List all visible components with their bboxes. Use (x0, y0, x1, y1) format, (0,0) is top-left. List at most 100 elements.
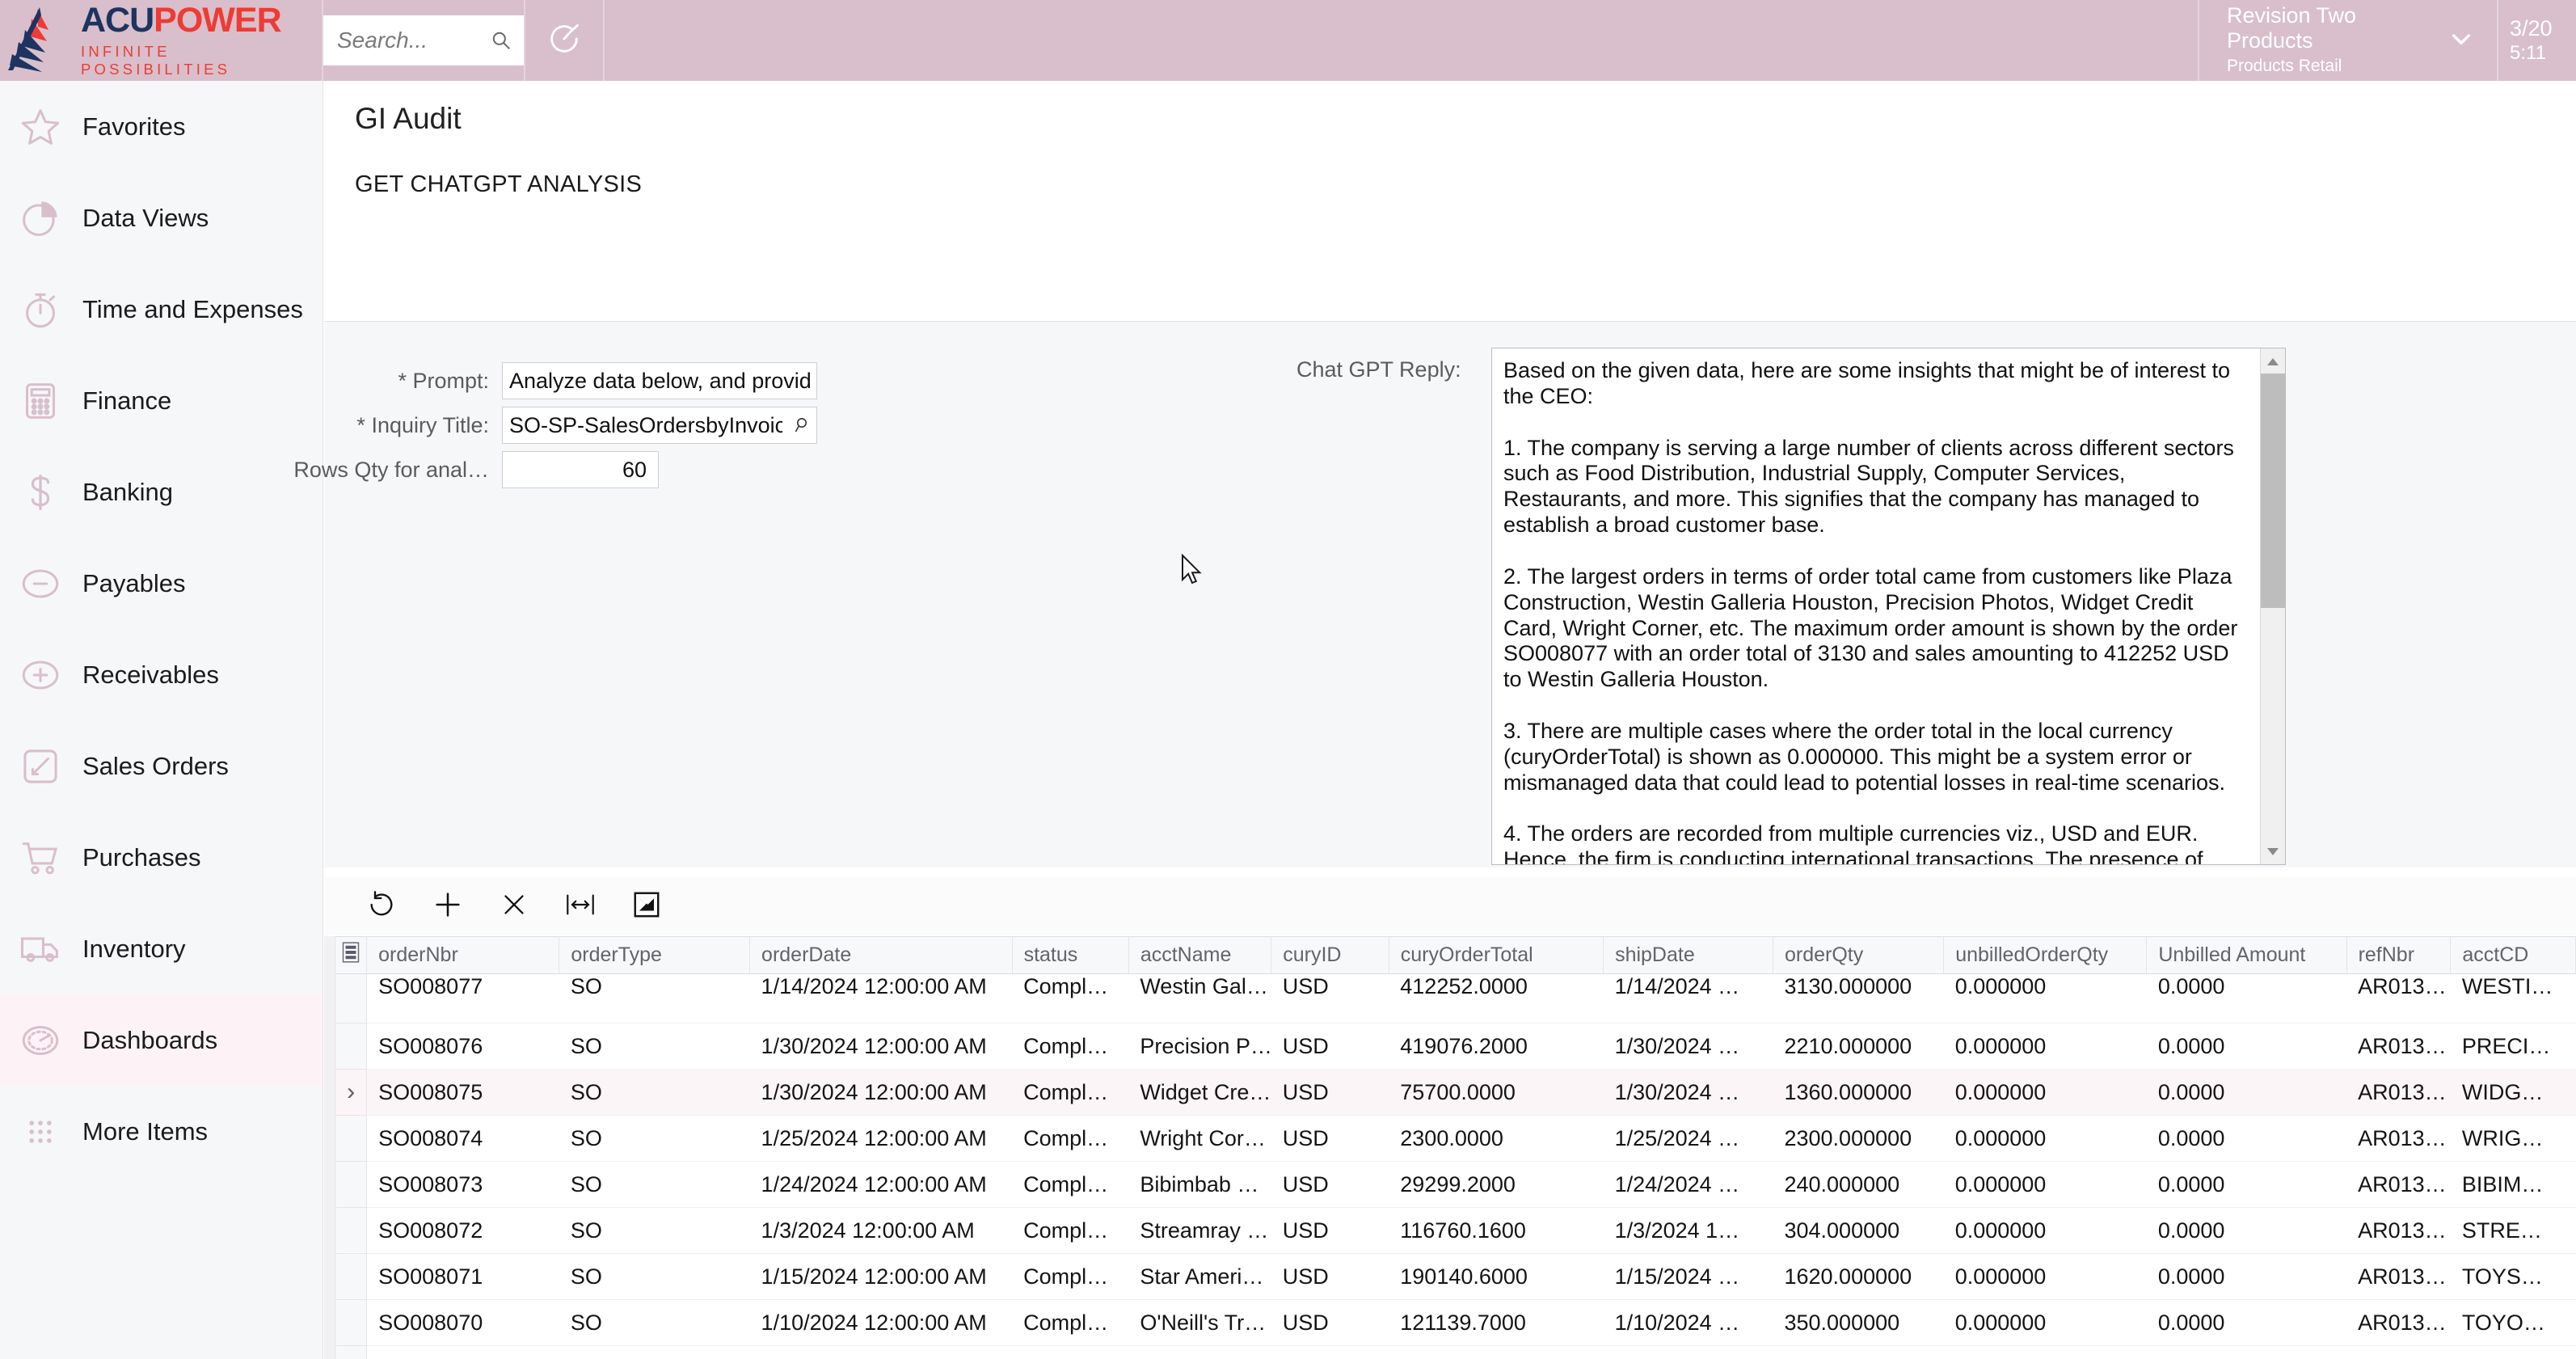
cell-status[interactable]: Compl… (1012, 1207, 1129, 1254)
cell-Unbilled Amount[interactable]: 0.0000 (2146, 1253, 2347, 1300)
cell-curyID[interactable]: USD (1271, 1069, 1389, 1116)
row-selector-cell[interactable] (335, 1115, 368, 1162)
cell-curyID[interactable]: USD (1271, 1115, 1389, 1162)
sidebar-item-payables[interactable]: Payables (0, 538, 323, 629)
cell-orderNbr[interactable]: SO008073 (366, 1161, 559, 1208)
cell-orderType[interactable]: SO (559, 1253, 750, 1300)
cell-orderQty[interactable]: 350.000000 (1773, 1299, 1944, 1346)
scrollbar-track[interactable] (2260, 374, 2286, 839)
cell-shipDate[interactable]: 1/25/2024 … (1603, 1115, 1773, 1162)
cell-orderDate[interactable]: 1/3/2024 12:00:00 AM (749, 1207, 1013, 1254)
grid-delete-row-button[interactable] (481, 877, 547, 935)
cell-curyOrderTotal[interactable]: 29299.2000 (1389, 1161, 1604, 1208)
grid-vertical-scrollbar[interactable] (324, 936, 335, 1359)
grid-fit-columns-button[interactable] (547, 877, 613, 935)
cell-orderNbr[interactable]: SO008070 (366, 1299, 559, 1346)
cell-orderQty[interactable]: 1360.000000 (1773, 1069, 1944, 1116)
search-icon[interactable] (491, 30, 512, 51)
prompt-input[interactable] (502, 362, 817, 399)
cell-curyOrderTotal[interactable]: 419076.2000 (1389, 1023, 1604, 1070)
sidebar-item-receivables[interactable]: Receivables (0, 629, 323, 720)
table-row[interactable]: SO008070 SO 1/10/2024 12:00:00 AM Compl… O'N… (335, 1299, 2576, 1346)
table-row[interactable]: SO008077 SO 1/14/2024 12:00:00 AM Compl… Wes… (335, 973, 2576, 1023)
sidebar-item-inventory[interactable]: Inventory (0, 903, 323, 994)
cell-curyID[interactable]: USD (1271, 973, 1389, 1023)
column-header-orderNbr[interactable]: orderNbr (366, 936, 560, 974)
cell-curyID[interactable]: USD (1271, 1299, 1389, 1346)
cell-curyID[interactable]: USD (1271, 1345, 1389, 1359)
cell-refNbr[interactable]: AR013… (2346, 1161, 2451, 1208)
table-row[interactable]: SO008071 SO 1/15/2024 12:00:00 AM Compl… Sta… (335, 1253, 2576, 1300)
column-config-icon[interactable] (335, 936, 368, 974)
cell-Unbilled Amount[interactable]: 0.0000 (2146, 1115, 2347, 1162)
cell-orderDate[interactable]: 1/14/2024 12:00:00 AM (749, 973, 1013, 1023)
table-row[interactable]: SO008073 SO 1/24/2024 12:00:00 AM Compl… Bib… (335, 1161, 2576, 1208)
cell-Unbilled Amount[interactable]: 0.0000 (2146, 1023, 2347, 1070)
cell-orderDate[interactable]: 1/24/2024 12:00:00 AM (749, 1161, 1013, 1208)
column-header-orderType[interactable]: orderType (559, 936, 751, 974)
cell-refNbr[interactable]: AR013… (2346, 1069, 2451, 1116)
cell-orderType[interactable]: SO (559, 1115, 750, 1162)
brand-logo[interactable]: ACUPOWER INFINITE POSSIBILITIES (0, 0, 323, 81)
cell-curyID[interactable]: USD (1271, 1253, 1389, 1300)
magnifier-icon[interactable] (789, 407, 816, 443)
cell-orderType[interactable]: SO (559, 1299, 750, 1346)
cell-acctName[interactable]: Wright Cor… (1128, 1115, 1271, 1162)
row-selector-cell[interactable] (335, 1253, 368, 1300)
cell-status[interactable]: Compl… (1012, 973, 1129, 1023)
column-header-orderDate[interactable]: orderDate (749, 936, 1013, 974)
scroll-up-icon[interactable] (2261, 348, 2286, 374)
cell-acctName[interactable]: Bibimbab … (1128, 1161, 1271, 1208)
column-header-Unbilled Amount[interactable]: Unbilled Amount (2146, 936, 2347, 974)
cell-orderType[interactable]: SO (559, 1345, 750, 1359)
chevron-right-icon[interactable]: › (335, 1069, 368, 1116)
cell-orderType[interactable]: SO (559, 1161, 750, 1208)
sidebar-item-purchases[interactable]: Purchases (0, 812, 323, 903)
chatgpt-reply-box[interactable]: Based on the given data, here are some i… (1491, 348, 2286, 865)
cell-orderNbr[interactable]: SO008072 (366, 1207, 559, 1254)
reply-scrollbar[interactable] (2260, 348, 2286, 864)
cell-curyID[interactable]: USD (1271, 1161, 1389, 1208)
clock-display[interactable]: 3/20 5:11 (2498, 0, 2576, 81)
cell-refNbr[interactable]: AR013… (2346, 1253, 2451, 1300)
cell-orderQty[interactable]: 3130.000000 (1773, 973, 1944, 1023)
cell-orderQty[interactable]: 1620.000000 (1773, 1253, 1944, 1300)
cell-orderDate[interactable]: 1/15/2024 12:00:00 AM (749, 1253, 1013, 1300)
row-selector-cell[interactable] (335, 1345, 368, 1359)
cell-status[interactable]: Compl… (1012, 1069, 1129, 1116)
column-header-status[interactable]: status (1012, 936, 1129, 974)
cell-acctName[interactable]: Westin Gal… (1128, 973, 1271, 1023)
cell-refNbr[interactable]: AR013… (2346, 1115, 2451, 1162)
column-header-refNbr[interactable]: refNbr (2346, 936, 2452, 974)
column-header-curyID[interactable]: curyID (1271, 936, 1389, 974)
sidebar-item-finance[interactable]: Finance (0, 355, 323, 446)
cell-orderNbr[interactable]: SO008074 (366, 1115, 559, 1162)
sidebar-item-banking[interactable]: Banking (0, 446, 323, 538)
cell-curyOrderTotal[interactable]: 121139.7000 (1389, 1299, 1604, 1346)
cell-acctName[interactable]: Elite Answ… (1128, 1345, 1271, 1359)
cell-refNbr[interactable]: AR013… (2346, 1207, 2451, 1254)
header-refresh-button[interactable] (525, 0, 605, 81)
cell-orderQty[interactable]: 304.000000 (1773, 1207, 1944, 1254)
column-header-acctName[interactable]: acctName (1128, 936, 1272, 974)
chatgpt-reply-text[interactable]: Based on the given data, here are some i… (1492, 348, 2260, 864)
row-selector-cell[interactable] (335, 1023, 368, 1070)
column-header-unbilledOrderQty[interactable]: unbilledOrderQty (1943, 936, 2148, 974)
sidebar-item-data-views[interactable]: Data Views (0, 172, 323, 264)
cell-orderDate[interactable]: 1/10/2024 12:00:00 AM (749, 1299, 1013, 1346)
cell-status[interactable]: Compl… (1012, 1253, 1129, 1300)
cell-unbilledOrderQty[interactable]: 0.000000 (1943, 1161, 2147, 1208)
sidebar-item-sales-orders[interactable]: Sales Orders (0, 720, 323, 812)
cell-curyOrderTotal[interactable]: 412252.0000 (1389, 973, 1604, 1023)
cell-curyOrderTotal[interactable]: 116760.1600 (1389, 1207, 1604, 1254)
cell-shipDate[interactable]: 1/24/2024 … (1603, 1161, 1773, 1208)
cell-curyID[interactable]: USD (1271, 1207, 1389, 1254)
cell-unbilledOrderQty[interactable]: 0.000000 (1943, 1345, 2147, 1359)
table-row[interactable]: SO008076 SO 1/30/2024 12:00:00 AM Compl… Pre… (335, 1023, 2576, 1070)
column-header-orderQty[interactable]: orderQty (1773, 936, 1945, 974)
sidebar-item-time-and-expenses[interactable]: Time and Expenses (0, 264, 323, 355)
cell-acctCD[interactable]: BIBIM… (2450, 1161, 2576, 1208)
cell-orderNbr[interactable]: SO008071 (366, 1253, 559, 1300)
cell-orderType[interactable]: SO (559, 1023, 750, 1070)
cell-Unbilled Amount[interactable]: 0.0000 (2146, 1345, 2347, 1359)
